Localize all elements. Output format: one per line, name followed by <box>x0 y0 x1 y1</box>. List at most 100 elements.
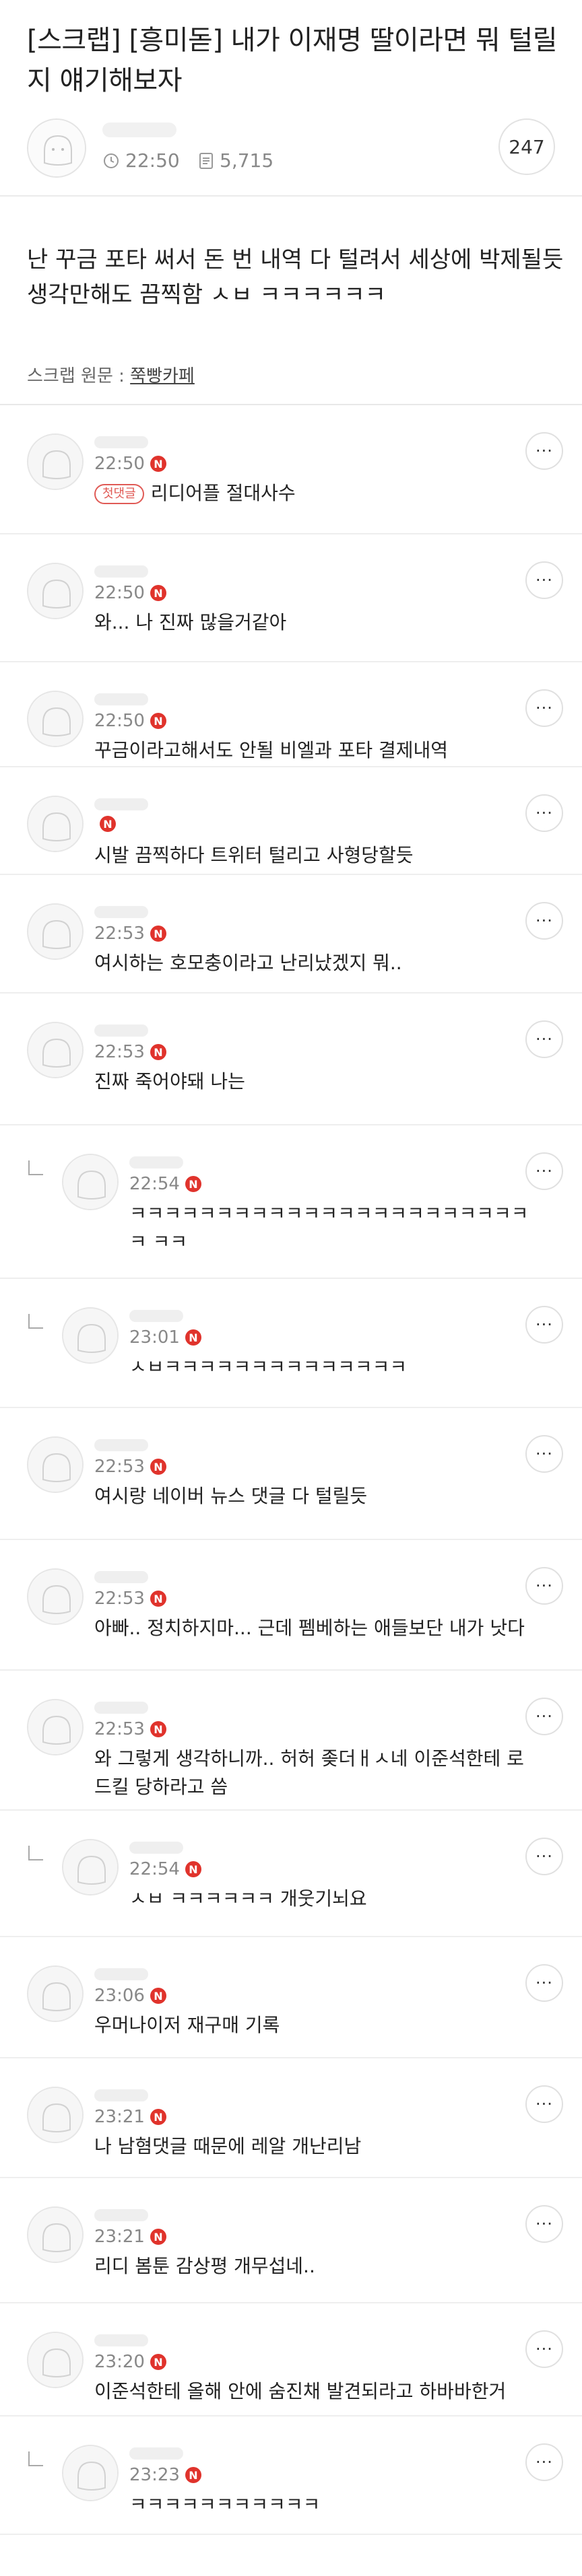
comment-count-button[interactable]: 247 <box>498 118 555 175</box>
comment-time: N <box>94 816 116 832</box>
commenter-avatar[interactable] <box>27 563 84 619</box>
commenter-avatar[interactable] <box>27 433 84 490</box>
more-dots-icon[interactable]: ··· <box>525 689 563 727</box>
commenter-avatar[interactable] <box>27 2206 84 2263</box>
post-meta: 22:50 5,715 247 <box>27 116 555 183</box>
comment-item: 23:01 N ㅅㅂㅋㅋㅋㅋㅋㅋㅋㅋㅋㅋㅋㅋㅋㅋ ··· <box>0 1279 582 1408</box>
comment-text: 진짜 죽어야돼 나는 <box>94 1068 532 1096</box>
comment-time: 23:01 N <box>129 1327 201 1348</box>
comment-text: ㅅㅂㅋㅋㅋㅋㅋㅋㅋㅋㅋㅋㅋㅋㅋㅋ <box>129 1353 532 1381</box>
commenter-avatar[interactable] <box>27 1568 84 1625</box>
comment-time-value: 22:54 <box>129 1174 180 1194</box>
commenter-name-blurred <box>94 2209 148 2221</box>
comment-text: 나 남혐댓글 때문에 레알 개난리남 <box>94 2132 532 2161</box>
commenter-avatar[interactable] <box>27 691 84 747</box>
more-dots-icon[interactable]: ··· <box>525 1306 563 1344</box>
comment-time: 22:53 N <box>94 1719 166 1739</box>
n-badge-icon: N <box>150 456 166 472</box>
commenter-avatar[interactable] <box>27 903 84 960</box>
more-dots-icon[interactable]: ··· <box>525 1964 563 2002</box>
comment-text: ㅅㅂ ㅋㅋㅋㅋㅋㅋ 개웃기뇌요 <box>129 1885 532 1913</box>
commenter-name-blurred <box>94 1702 148 1714</box>
reply-indicator-icon <box>28 1314 43 1329</box>
commenter-avatar[interactable] <box>27 1965 84 2022</box>
reply-indicator-icon <box>28 2451 43 2466</box>
comment-time-value: 22:53 <box>94 1042 145 1062</box>
comment-time: 23:20 N <box>94 2352 166 2372</box>
n-badge-icon: N <box>150 1044 166 1060</box>
scrap-source-link[interactable]: 쭉빵카페 <box>130 366 195 386</box>
comment-text: ㅋㅋㅋㅋㅋㅋㅋㅋㅋㅋㅋ <box>129 2491 532 2519</box>
comment-time-value: 23:21 <box>94 2107 145 2127</box>
comment-time: 22:53 N <box>94 1042 166 1062</box>
more-dots-icon[interactable]: ··· <box>525 1698 563 1735</box>
commenter-name-blurred <box>94 2089 148 2101</box>
commenter-avatar[interactable] <box>62 1307 119 1364</box>
more-dots-icon[interactable]: ··· <box>525 2443 563 2481</box>
n-badge-icon: N <box>150 2354 166 2370</box>
n-badge-icon: N <box>185 2467 201 2483</box>
comment-item: 22:50 N 꾸금이라고해서도 안될 비엘과 포타 결제내역 ··· <box>0 662 582 767</box>
commenter-avatar[interactable] <box>27 2087 84 2143</box>
comment-time: 23:23 N <box>129 2465 201 2485</box>
post-time-value: 22:50 <box>125 149 180 172</box>
comment-time: 23:21 N <box>94 2107 166 2127</box>
comment-text-value: 시발 끔찍하다 트위터 털리고 사형당할듯 <box>94 844 414 866</box>
clock-icon <box>104 153 119 168</box>
commenter-name-blurred <box>94 693 148 705</box>
author-avatar[interactable] <box>27 118 86 178</box>
more-dots-icon[interactable]: ··· <box>525 1435 563 1473</box>
commenter-name-blurred <box>94 1571 148 1583</box>
more-dots-icon[interactable]: ··· <box>525 432 563 470</box>
comment-time: 22:50 N <box>94 583 166 603</box>
more-dots-icon[interactable]: ··· <box>525 2330 563 2368</box>
commenter-avatar[interactable] <box>27 1699 84 1755</box>
more-dots-icon[interactable]: ··· <box>525 1152 563 1190</box>
more-dots-icon[interactable]: ··· <box>525 561 563 599</box>
more-dots-icon[interactable]: ··· <box>525 1020 563 1058</box>
reply-indicator-icon <box>28 1160 43 1175</box>
comment-list: 22:50 N 첫댓글 리디어플 절대사수 ··· 22:50 N 와... 나 진짜 많을거… <box>0 405 582 2535</box>
comment-text-value: ㅋㅋㅋㅋㅋㅋㅋㅋㅋㅋㅋ <box>129 2493 321 2515</box>
comment-time: 22:50 N <box>94 454 166 474</box>
comment-time-value: 23:21 <box>94 2227 145 2247</box>
commenter-avatar[interactable] <box>27 796 84 852</box>
n-badge-icon: N <box>150 926 166 942</box>
comment-text-value: 리디어플 절대사수 <box>150 482 296 504</box>
more-dots-icon[interactable]: ··· <box>525 1838 563 1875</box>
comment-text-value: 와... 나 진짜 많을거같아 <box>94 611 287 633</box>
more-dots-icon[interactable]: ··· <box>525 2205 563 2243</box>
commenter-name-blurred <box>94 2334 148 2346</box>
commenter-avatar[interactable] <box>62 1839 119 1895</box>
comment-time-value: 23:06 <box>94 1986 145 2006</box>
comment-time: 22:53 N <box>94 924 166 944</box>
commenter-avatar[interactable] <box>62 2445 119 2501</box>
comment-item: 22:50 N 와... 나 진짜 많을거같아 ··· <box>0 534 582 662</box>
comment-time-value: 22:50 <box>94 583 145 603</box>
comment-text: 꾸금이라고해서도 안될 비엘과 포타 결제내역 <box>94 736 532 765</box>
comment-time: 23:21 N <box>94 2227 166 2247</box>
comment-text: 첫댓글 리디어플 절대사수 <box>94 479 532 508</box>
commenter-avatar[interactable] <box>27 1022 84 1078</box>
commenter-avatar[interactable] <box>27 1436 84 1493</box>
comment-text-value: 와 그렇게 생각하니까.. 허허 좆더ㅐㅅ네 이준석한테 로드킬 당하라고 씀 <box>94 1747 524 1798</box>
comment-time-value: 22:53 <box>94 1457 145 1477</box>
more-dots-icon[interactable]: ··· <box>525 2085 563 2123</box>
post-time: 22:50 <box>102 149 180 172</box>
document-icon <box>199 152 213 169</box>
comment-time-value: 22:53 <box>94 1719 145 1739</box>
commenter-name-blurred <box>94 1024 148 1037</box>
more-dots-icon[interactable]: ··· <box>525 1567 563 1605</box>
more-dots-icon[interactable]: ··· <box>525 902 563 940</box>
commenter-avatar[interactable] <box>27 2332 84 2388</box>
commenter-name-blurred <box>94 1968 148 1980</box>
comment-text: 와 그렇게 생각하니까.. 허허 좆더ㅐㅅ네 이준석한테 로드킬 당하라고 씀 <box>94 1745 532 1801</box>
commenter-name-blurred <box>94 1439 148 1451</box>
comment-text: 여시랑 네이버 뉴스 댓글 다 털릴듯 <box>94 1482 532 1510</box>
commenter-avatar[interactable] <box>62 1154 119 1210</box>
comment-time-value: 22:54 <box>129 1859 180 1879</box>
n-badge-icon: N <box>185 1861 201 1877</box>
post-views-value: 5,715 <box>220 149 274 172</box>
comment-text-value: 우머나이저 재구매 기록 <box>94 2014 280 2036</box>
more-dots-icon[interactable]: ··· <box>525 794 563 832</box>
